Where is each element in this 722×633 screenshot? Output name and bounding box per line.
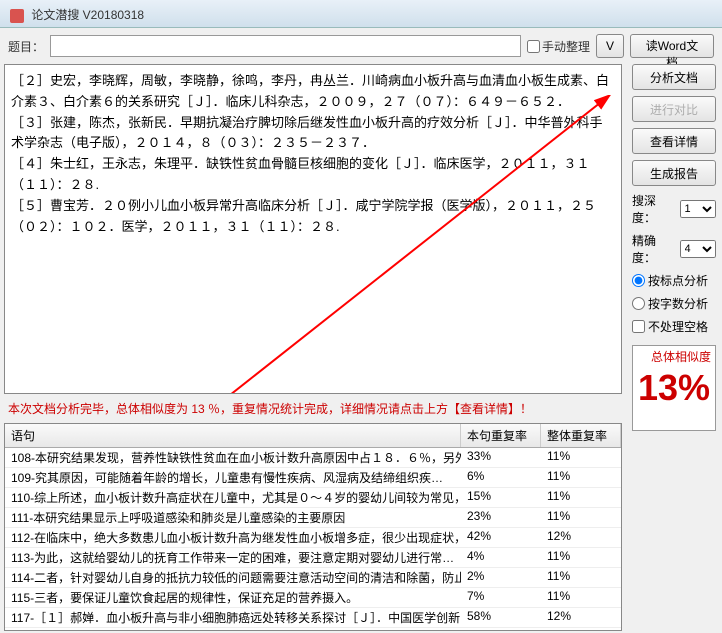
citation-panel[interactable]: ［２］史宏，李晓辉，周敏，李晓静，徐鸣，李丹，冉丛兰．川崎病血小板升高与血清血小…: [4, 64, 622, 394]
table-header: 语句 本句重复率 整体重复率: [5, 424, 621, 448]
table-cell: 58%: [461, 608, 541, 627]
count-radio-label: 按字数分析: [648, 295, 708, 312]
table-row[interactable]: 118-［２］史宏，李晓辉，周敏，李晓静，徐鸣，李丹，冉丛兰．川崎病血小板升高与…: [5, 628, 621, 630]
status-message: 本次文档分析完毕，总体相似度为 13 ％，重复情况统计完成，详细情况请点击上方【…: [0, 394, 626, 423]
table-row[interactable]: 117-［１］郝婵．血小板升高与非小细胞肺癌远处转移关系探讨［Ｊ］．中国医学创新…: [5, 608, 621, 628]
accuracy-row: 精确度： 4: [632, 232, 716, 266]
accuracy-label: 精确度：: [632, 232, 676, 266]
punc-radio-input[interactable]: [632, 274, 645, 287]
table-cell: 117-［１］郝婵．血小板升高与非小细胞肺癌远处转移关系探讨［Ｊ］．中国医学创新…: [5, 608, 461, 627]
count-radio-input[interactable]: [632, 297, 645, 310]
table-cell: 11%: [541, 588, 621, 607]
compare-button[interactable]: 进行对比: [632, 96, 716, 122]
table-cell: 113-为此，这就给婴幼儿的抚育工作带来一定的困难，要注意定期对婴幼儿进行常…: [5, 548, 461, 567]
table-cell: 33%: [461, 448, 541, 467]
app-icon: [10, 9, 24, 23]
sidebar: 分析文档 进行对比 查看详情 生成报告 搜深度： 1 精确度： 4 按标点分析 …: [626, 64, 722, 633]
table-cell: 112-在临床中，绝大多数患儿血小板计数升高为继发性血小板增多症，很少出现症状，…: [5, 528, 461, 547]
table-cell: 11%: [541, 488, 621, 507]
manual-sort-label: 手动整理: [542, 38, 590, 55]
table-cell: 114-二者，针对婴幼儿自身的抵抗力较低的问题需要注意活动空间的清洁和除菌，防止…: [5, 568, 461, 587]
titlebar: 论文潜搜 V20180318: [0, 0, 722, 28]
annotation-arrow: [230, 95, 622, 394]
window-title: 论文潜搜 V20180318: [31, 8, 144, 22]
table-cell: 11%: [541, 628, 621, 630]
topic-input[interactable]: [50, 35, 521, 57]
table-cell: 26%: [461, 628, 541, 630]
table-row[interactable]: 113-为此，这就给婴幼儿的抚育工作带来一定的困难，要注意定期对婴幼儿进行常…4…: [5, 548, 621, 568]
table-cell: 115-三者，要保证儿童饮食起居的规律性，保证充足的营养摄入。: [5, 588, 461, 607]
table-cell: 15%: [461, 488, 541, 507]
table-cell: 11%: [541, 468, 621, 487]
depth-label: 搜深度：: [632, 192, 676, 226]
table-cell: 23%: [461, 508, 541, 527]
table-cell: 11%: [541, 508, 621, 527]
table-row[interactable]: 114-二者，针对婴幼儿自身的抵抗力较低的问题需要注意活动空间的清洁和除菌，防止…: [5, 568, 621, 588]
punc-radio[interactable]: 按标点分析: [632, 272, 716, 289]
topic-label: 题目：: [8, 38, 44, 55]
report-button[interactable]: 生成报告: [632, 160, 716, 186]
ignore-space-label: 不处理空格: [648, 318, 708, 335]
count-radio[interactable]: 按字数分析: [632, 295, 716, 312]
table-cell: 110-综上所述，血小板计数升高症状在儿童中，尤其是０～４岁的婴幼儿间较为常见，…: [5, 488, 461, 507]
details-button[interactable]: 查看详情: [632, 128, 716, 154]
table-cell: 11%: [541, 448, 621, 467]
depth-select[interactable]: 1: [680, 200, 716, 218]
table-cell: 11%: [541, 548, 621, 567]
table-cell: 109-究其原因，可能随着年龄的增长，儿童患有慢性疾病、风湿病及结缔组织疾…: [5, 468, 461, 487]
table-row[interactable]: 110-综上所述，血小板计数升高症状在儿童中，尤其是０～４岁的婴幼儿间较为常见，…: [5, 488, 621, 508]
manual-sort-checkbox[interactable]: 手动整理: [527, 38, 590, 55]
ignore-space-check[interactable]: 不处理空格: [632, 318, 716, 335]
table-row[interactable]: 112-在临床中，绝大多数患儿血小板计数升高为继发性血小板增多症，很少出现症状，…: [5, 528, 621, 548]
col-sentence[interactable]: 语句: [5, 424, 461, 447]
table-row[interactable]: 115-三者，要保证儿童饮食起居的规律性，保证充足的营养摄入。7%11%: [5, 588, 621, 608]
table-row[interactable]: 109-究其原因，可能随着年龄的增长，儿童患有慢性疾病、风湿病及结缔组织疾…6%…: [5, 468, 621, 488]
table-cell: 2%: [461, 568, 541, 587]
table-body[interactable]: 108-本研究结果发现，营养性缺铁性贫血在血小板计数升高原因中占１８．６％，另外…: [5, 448, 621, 630]
table-cell: 11%: [541, 568, 621, 587]
table-cell: 111-本研究结果显示上呼吸道感染和肺炎是儿童感染的主要原因: [5, 508, 461, 527]
results-table: 语句 本句重复率 整体重复率 108-本研究结果发现，营养性缺铁性贫血在血小板计…: [4, 423, 622, 631]
read-word-button[interactable]: 读Word文档: [630, 34, 714, 58]
table-cell: 6%: [461, 468, 541, 487]
overall-similarity-box: 总体相似度 13%: [632, 345, 716, 431]
table-cell: 7%: [461, 588, 541, 607]
ignore-space-input[interactable]: [632, 320, 645, 333]
toolbar: 题目： 手动整理 V 读Word文档: [0, 28, 722, 64]
col-sentence-rate[interactable]: 本句重复率: [461, 424, 541, 447]
col-overall-rate[interactable]: 整体重复率: [541, 424, 621, 447]
table-cell: 108-本研究结果发现，营养性缺铁性贫血在血小板计数升高原因中占１８．６％，另外…: [5, 448, 461, 467]
table-cell: 4%: [461, 548, 541, 567]
overall-label: 总体相似度: [647, 346, 715, 367]
table-cell: 12%: [541, 608, 621, 627]
v-button[interactable]: V: [596, 34, 624, 58]
table-cell: 42%: [461, 528, 541, 547]
table-cell: 118-［２］史宏，李晓辉，周敏，李晓静，徐鸣，李丹，冉丛兰．川崎病血小板升高与…: [5, 628, 461, 630]
manual-sort-box[interactable]: [527, 40, 540, 53]
punc-radio-label: 按标点分析: [648, 272, 708, 289]
table-row[interactable]: 111-本研究结果显示上呼吸道感染和肺炎是儿童感染的主要原因23%11%: [5, 508, 621, 528]
overall-percent: 13%: [638, 367, 710, 409]
table-cell: 12%: [541, 528, 621, 547]
accuracy-select[interactable]: 4: [680, 240, 716, 258]
depth-row: 搜深度： 1: [632, 192, 716, 226]
analyze-button[interactable]: 分析文档: [632, 64, 716, 90]
table-row[interactable]: 108-本研究结果发现，营养性缺铁性贫血在血小板计数升高原因中占１８．６％，另外…: [5, 448, 621, 468]
